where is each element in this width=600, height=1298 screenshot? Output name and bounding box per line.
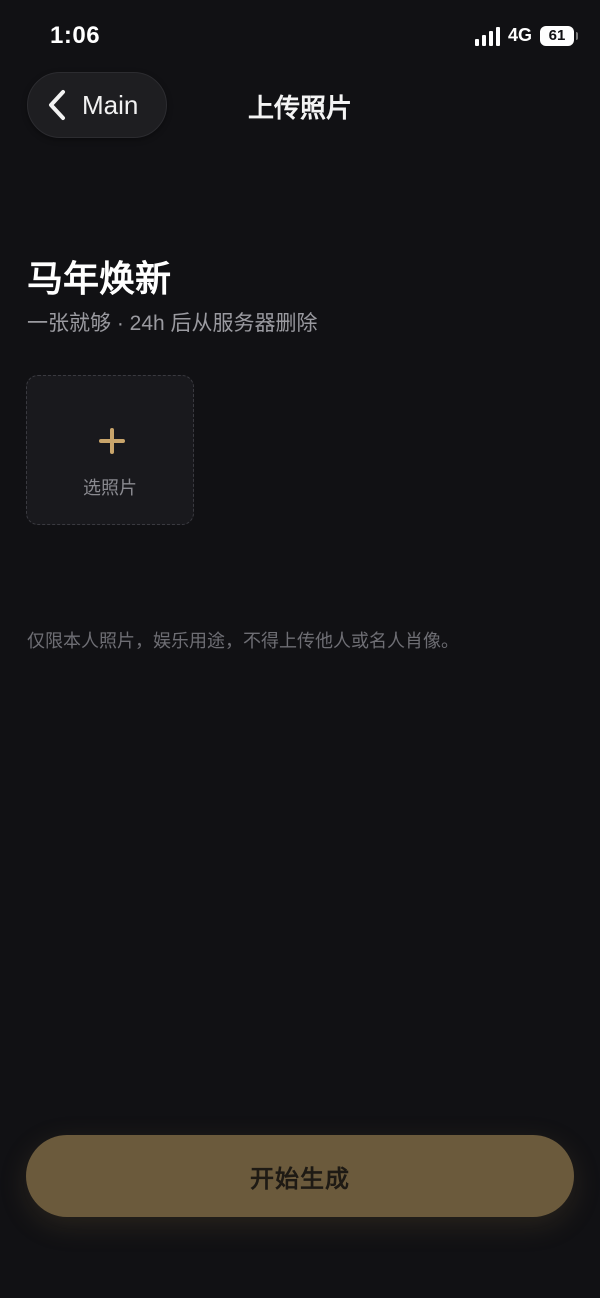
cellular-signal-icon (474, 26, 500, 46)
select-photo-button[interactable]: 选照片 (26, 375, 194, 525)
start-generate-button[interactable]: 开始生成 (26, 1135, 574, 1217)
select-photo-label: 选照片 (83, 478, 137, 498)
upload-photo-screen: 1:06 4G 61 Main 上传照片 马年焕新 一张就够 · 24h 后从服… (0, 0, 600, 1298)
battery-cap (576, 31, 578, 40)
battery-level: 61 (548, 27, 566, 44)
plus-icon (99, 428, 125, 454)
start-generate-label: 开始生成 (250, 1165, 350, 1193)
status-time: 1:06 (50, 22, 101, 49)
battery-icon: 61 (540, 25, 578, 46)
network-type: 4G (507, 25, 532, 45)
status-bar: 1:06 4G 61 (0, 0, 600, 74)
usage-disclaimer: 仅限本人照片，娱乐用途，不得上传他人或名人肖像。 (27, 631, 459, 651)
section-subtitle: 一张就够 · 24h 后从服务器删除 (27, 312, 318, 335)
page-title: 上传照片 (247, 93, 352, 123)
section-title: 马年焕新 (27, 258, 172, 299)
status-indicators: 4G 61 (474, 25, 578, 46)
